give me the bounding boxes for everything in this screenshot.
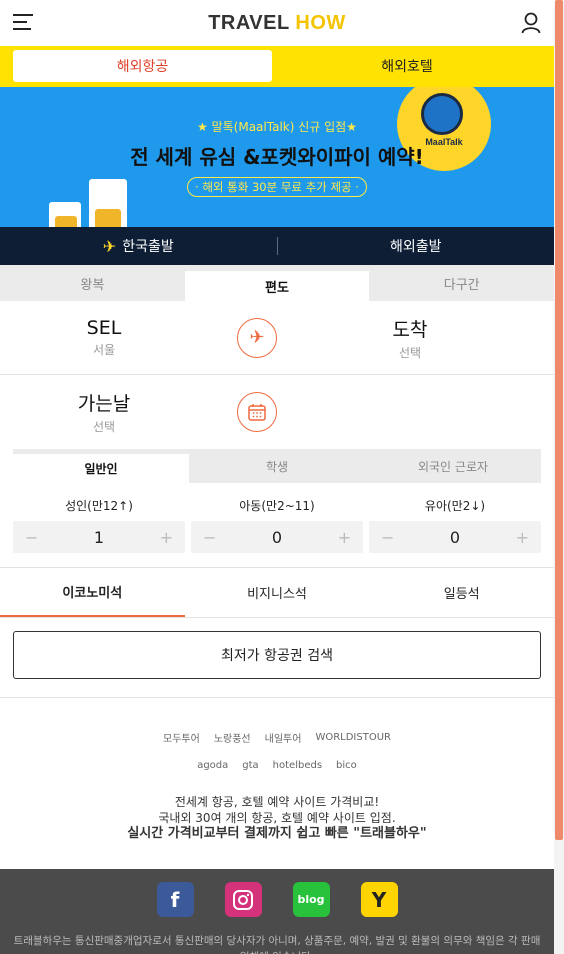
swap-route-button[interactable]: ✈ (237, 317, 277, 358)
instagram-glyph (233, 889, 253, 910)
minus-icon[interactable]: − (25, 528, 38, 547)
blog-icon[interactable]: blog (292, 882, 330, 917)
departure-overseas-label: 해외출발 (389, 239, 442, 255)
destination-selector[interactable]: 도착 선택 (306, 315, 514, 361)
departure-bar: ✈ 한국출발 해외출발 (0, 227, 554, 265)
departure-korea[interactable]: ✈ 한국출발 (0, 236, 277, 256)
logo-text-how: HOW (295, 11, 346, 34)
yellow-id-icon[interactable]: Y (360, 882, 398, 917)
child-stepper: − 0 + (191, 521, 363, 553)
infant-stepper: − 0 + (369, 521, 541, 553)
departure-overseas[interactable]: 해외출발 (278, 236, 555, 256)
scrollbar-thumb[interactable] (555, 0, 563, 840)
main-tab-bar: 해외항공 해외호텔 (0, 46, 554, 87)
partner-logo: 노랑풍선 (213, 733, 251, 745)
partners-section: 모두투어 노랑풍선 내일투어 WORLDISTOUR agoda gta hot… (0, 697, 554, 875)
scrollbar[interactable] (554, 0, 564, 954)
departure-date-label: 가는날 (77, 393, 131, 415)
child-count: 0 (271, 527, 283, 547)
infant-counter: 유아(만2↓) − 0 + (369, 497, 541, 553)
partner-logo: hotelbeds (272, 759, 323, 771)
partner-logo: 내일투어 (264, 733, 302, 745)
legal-notice: 트래블하우는 통신판매중개업자로서 통신판매의 당사자가 아니며, 상품주문, … (13, 935, 541, 954)
sim-card-large (89, 179, 127, 227)
tab-business[interactable]: 비지니스석 (185, 568, 370, 617)
origin-name: 서울 (92, 343, 116, 357)
adult-counter: 성인(만12↑) − 1 + (13, 497, 185, 553)
hamburger-menu-icon[interactable] (13, 14, 33, 32)
passenger-type-tabs: 일반인 학생 외국인 근로자 (13, 449, 541, 483)
date-row: 가는날 선택 (0, 375, 554, 449)
logo[interactable]: TRAVEL HOW (208, 12, 346, 35)
child-counter: 아동(만2~11) − 0 + (191, 497, 363, 553)
airplane-icon: ✈ (249, 327, 265, 348)
tab-round-trip[interactable]: 왕복 (0, 265, 185, 301)
user-icon[interactable] (521, 12, 541, 34)
banner-pill: · 해외 통화 30분 무료 추가 제공 · (187, 177, 367, 197)
calendar-icon (248, 404, 266, 421)
destination-label: 도착 (392, 318, 428, 341)
partner-logo: WORLDISTOUR (315, 731, 391, 743)
plus-icon[interactable]: + (160, 528, 173, 547)
sim-card-small (49, 202, 81, 227)
tab-first[interactable]: 일등석 (369, 568, 554, 617)
blog-glyph: blog (297, 893, 325, 906)
cabin-class-tabs: 이코노미석 비지니스석 일등석 (0, 567, 554, 618)
infant-count: 0 (449, 527, 461, 547)
partner-logos-row1: 모두투어 노랑풍선 내일투어 WORLDISTOUR (0, 726, 554, 748)
departure-date-sub: 선택 (92, 420, 116, 434)
tab-multi-city[interactable]: 다구간 (369, 265, 554, 301)
tagline-bold: 실시간 가격비교부터 결제까지 쉽고 빠른 "트래블하우" (127, 826, 427, 841)
adult-label: 성인(만12↑) (65, 499, 133, 513)
yellow-glyph: Y (371, 887, 387, 912)
tab-economy[interactable]: 이코노미석 (0, 568, 185, 617)
departure-korea-label: 한국출발 (122, 239, 174, 255)
plane-icon: ✈ (102, 236, 117, 256)
passenger-counters: 성인(만12↑) − 1 + 아동(만2~11) − 0 + 유아(만2↓) −… (0, 497, 554, 553)
tab-one-way[interactable]: 편도 (184, 271, 370, 301)
tagline-line: 국내외 30여 개의 항공, 호텔 예약 사이트 입점. (158, 811, 396, 825)
trip-type-tabs: 왕복 편도 다구간 (0, 265, 554, 301)
calendar-button[interactable] (237, 392, 277, 432)
destination-sub: 선택 (398, 345, 422, 360)
minus-icon[interactable]: − (203, 528, 216, 547)
departure-date-selector[interactable]: 가는날 선택 (0, 389, 208, 435)
plus-icon[interactable]: + (516, 528, 529, 547)
tab-foreign-worker[interactable]: 외국인 근로자 (365, 449, 541, 483)
partner-logo: gta (242, 759, 259, 771)
child-label: 아동(만2~11) (239, 499, 315, 513)
header: TRAVEL HOW (0, 0, 554, 46)
origin-selector[interactable]: SEL 서울 (0, 317, 208, 358)
tab-overseas-flights[interactable]: 해외항공 (13, 50, 272, 82)
facebook-icon[interactable]: f (156, 882, 194, 917)
partner-logos-row2: agoda gta hotelbeds bico (0, 754, 554, 776)
promo-banner[interactable]: MaalTalk ★ 말톡(MaalTalk) 신규 입점★ 전 세계 유심 &… (0, 87, 554, 227)
instagram-icon[interactable] (224, 882, 262, 917)
search-flights-button[interactable]: 최저가 항공권 검색 (13, 631, 541, 679)
tab-student[interactable]: 학생 (189, 449, 365, 483)
partner-logo: bico (336, 759, 357, 771)
tagline-line: 전세계 항공, 호텔 예약 사이트 가격비교! (174, 795, 380, 809)
banner-title: 전 세계 유심 &포켓와이파이 예약! (130, 145, 424, 169)
partner-logo: 모두투어 (163, 733, 200, 745)
origin-code: SEL (86, 317, 122, 339)
page: TRAVEL HOW 해외항공 해외호텔 MaalTalk ★ 말톡(MaalT… (0, 0, 554, 875)
infant-label: 유아(만2↓) (424, 499, 486, 513)
logo-text-travel: TRAVEL (208, 11, 290, 34)
plus-icon[interactable]: + (338, 528, 351, 547)
adult-stepper: − 1 + (13, 521, 185, 553)
partner-logo: agoda (197, 759, 229, 771)
tab-general[interactable]: 일반인 (13, 454, 189, 483)
social-links: f blog Y (0, 882, 554, 917)
route-row: SEL 서울 ✈ 도착 선택 (0, 301, 554, 375)
minus-icon[interactable]: − (381, 528, 394, 547)
banner-subtitle: ★ 말톡(MaalTalk) 신규 입점★ (197, 120, 357, 134)
facebook-glyph: f (170, 887, 180, 912)
footer: f blog Y 트래블하우는 통신판매중개업자로서 통신판매의 당사자가 아니… (0, 869, 554, 954)
adult-count: 1 (93, 527, 105, 547)
tab-overseas-hotels[interactable]: 해외호텔 (272, 50, 542, 82)
tagline: 전세계 항공, 호텔 예약 사이트 가격비교! 국내외 30여 개의 항공, 호… (0, 794, 554, 842)
